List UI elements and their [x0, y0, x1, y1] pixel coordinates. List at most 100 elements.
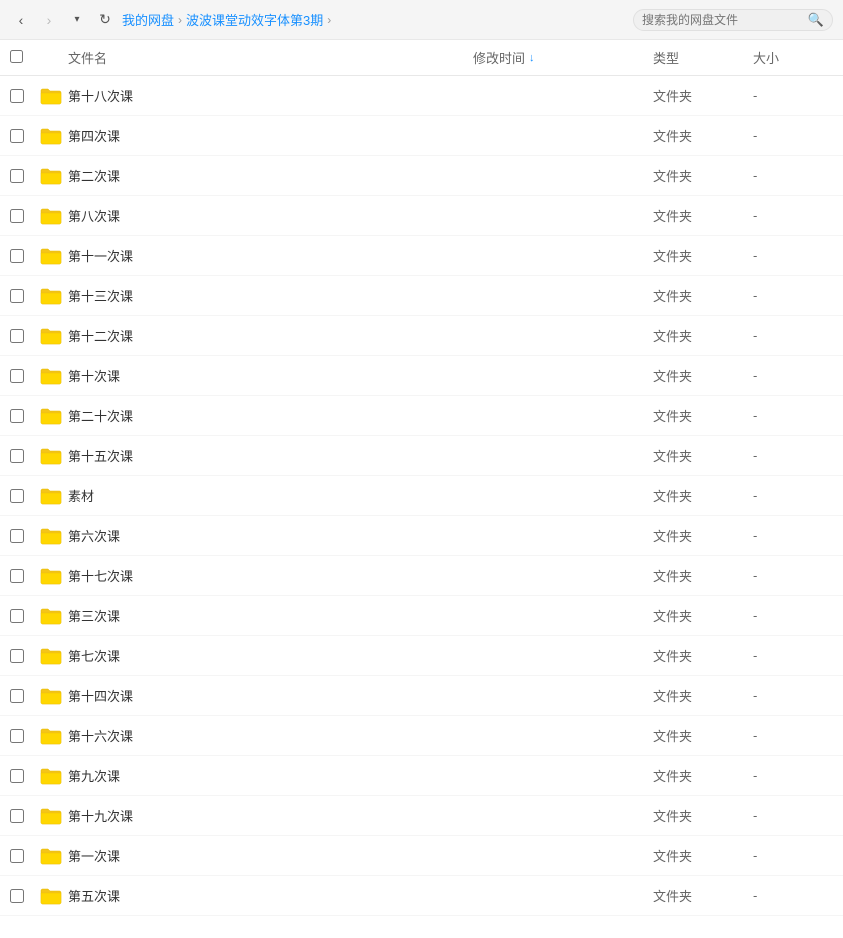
row-select-checkbox[interactable] [10, 329, 24, 343]
table-row[interactable]: 第九次课 文件夹 - [0, 756, 843, 796]
table-row[interactable]: 第十四次课 文件夹 - [0, 676, 843, 716]
file-name[interactable]: 第十次课 [68, 366, 473, 385]
file-type: 文件夹 [653, 366, 753, 385]
row-select-checkbox[interactable] [10, 169, 24, 183]
row-select-checkbox[interactable] [10, 849, 24, 863]
row-select-checkbox[interactable] [10, 449, 24, 463]
file-size: - [753, 128, 833, 143]
table-row[interactable]: 第二次课 文件夹 - [0, 156, 843, 196]
table-row[interactable]: 第一次课 文件夹 - [0, 836, 843, 876]
row-select-checkbox[interactable] [10, 289, 24, 303]
table-row[interactable]: 第十七次课 文件夹 - [0, 556, 843, 596]
back-button[interactable]: ‹ [10, 9, 32, 31]
table-row[interactable]: 第十二次课 文件夹 - [0, 316, 843, 356]
row-select-checkbox[interactable] [10, 729, 24, 743]
table-row[interactable]: 第二十次课 文件夹 - [0, 396, 843, 436]
row-checkbox[interactable] [10, 529, 40, 543]
row-select-checkbox[interactable] [10, 529, 24, 543]
table-row[interactable]: 第四次课 文件夹 - [0, 116, 843, 156]
row-checkbox[interactable] [10, 209, 40, 223]
file-name[interactable]: 第十八次课 [68, 86, 473, 105]
file-name[interactable]: 第三次课 [68, 606, 473, 625]
row-checkbox[interactable] [10, 649, 40, 663]
file-name[interactable]: 第八次课 [68, 206, 473, 225]
table-row[interactable]: 第十三次课 文件夹 - [0, 276, 843, 316]
row-checkbox[interactable] [10, 569, 40, 583]
row-select-checkbox[interactable] [10, 409, 24, 423]
row-checkbox[interactable] [10, 769, 40, 783]
table-row[interactable]: 第十八次课 文件夹 - [0, 76, 843, 116]
file-name[interactable]: 第十九次课 [68, 806, 473, 825]
breadcrumb-sep-2: › [327, 13, 331, 27]
file-name[interactable]: 第十三次课 [68, 286, 473, 305]
dropdown-button[interactable]: ▾ [66, 9, 88, 31]
table-row[interactable]: 素材 文件夹 - [0, 476, 843, 516]
row-select-checkbox[interactable] [10, 649, 24, 663]
table-row[interactable]: 第五次课 文件夹 - [0, 876, 843, 916]
row-checkbox[interactable] [10, 809, 40, 823]
row-checkbox[interactable] [10, 249, 40, 263]
table-row[interactable]: 第十六次课 文件夹 - [0, 716, 843, 756]
file-name[interactable]: 第四次课 [68, 126, 473, 145]
row-select-checkbox[interactable] [10, 769, 24, 783]
row-checkbox[interactable] [10, 129, 40, 143]
row-select-checkbox[interactable] [10, 809, 24, 823]
table-row[interactable]: 第十五次课 文件夹 - [0, 436, 843, 476]
file-name[interactable]: 第五次课 [68, 886, 473, 905]
file-name[interactable]: 第一次课 [68, 846, 473, 865]
refresh-button[interactable]: ↻ [94, 9, 116, 31]
row-checkbox[interactable] [10, 449, 40, 463]
table-row[interactable]: 第三次课 文件夹 - [0, 596, 843, 636]
table-row[interactable]: 第七次课 文件夹 - [0, 636, 843, 676]
row-select-checkbox[interactable] [10, 129, 24, 143]
file-name[interactable]: 第七次课 [68, 646, 473, 665]
row-checkbox[interactable] [10, 89, 40, 103]
row-checkbox[interactable] [10, 329, 40, 343]
file-name[interactable]: 第二十次课 [68, 406, 473, 425]
header-modified[interactable]: 修改时间 ↓ [473, 48, 653, 67]
folder-icon [40, 327, 68, 345]
row-select-checkbox[interactable] [10, 89, 24, 103]
table-row[interactable]: 第十九次课 文件夹 - [0, 796, 843, 836]
select-all-checkbox[interactable] [10, 50, 23, 63]
row-checkbox[interactable] [10, 849, 40, 863]
file-name[interactable]: 第十六次课 [68, 726, 473, 745]
table-row[interactable]: 第六次课 文件夹 - [0, 516, 843, 556]
row-select-checkbox[interactable] [10, 489, 24, 503]
row-select-checkbox[interactable] [10, 689, 24, 703]
table-row[interactable]: 第十次课 文件夹 - [0, 356, 843, 396]
file-name[interactable]: 第十七次课 [68, 566, 473, 585]
row-checkbox[interactable] [10, 169, 40, 183]
row-checkbox[interactable] [10, 729, 40, 743]
row-select-checkbox[interactable] [10, 249, 24, 263]
table-row[interactable]: 第八次课 文件夹 - [0, 196, 843, 236]
row-select-checkbox[interactable] [10, 209, 24, 223]
breadcrumb-folder[interactable]: 波波课堂动效字体第3期 [186, 10, 323, 29]
forward-button[interactable]: › [38, 9, 60, 31]
row-select-checkbox[interactable] [10, 369, 24, 383]
table-row[interactable]: 第十一次课 文件夹 - [0, 236, 843, 276]
file-name[interactable]: 第六次课 [68, 526, 473, 545]
file-name[interactable]: 第十五次课 [68, 446, 473, 465]
file-name[interactable]: 第九次课 [68, 766, 473, 785]
row-select-checkbox[interactable] [10, 609, 24, 623]
row-select-checkbox[interactable] [10, 889, 24, 903]
row-checkbox[interactable] [10, 689, 40, 703]
row-checkbox[interactable] [10, 889, 40, 903]
file-name[interactable]: 第十二次课 [68, 326, 473, 345]
row-checkbox[interactable] [10, 609, 40, 623]
row-checkbox[interactable] [10, 369, 40, 383]
row-checkbox[interactable] [10, 489, 40, 503]
row-select-checkbox[interactable] [10, 569, 24, 583]
file-name[interactable]: 素材 [68, 486, 473, 505]
search-input[interactable] [642, 13, 808, 27]
row-checkbox[interactable] [10, 409, 40, 423]
file-name[interactable]: 第十四次课 [68, 686, 473, 705]
file-name[interactable]: 第十一次课 [68, 246, 473, 265]
file-size: - [753, 248, 833, 263]
row-checkbox[interactable] [10, 289, 40, 303]
file-name[interactable]: 第二次课 [68, 166, 473, 185]
breadcrumb-home[interactable]: 我的网盘 [122, 10, 174, 29]
header-checkbox[interactable] [10, 50, 40, 66]
search-icon[interactable]: 🔍 [808, 12, 824, 28]
